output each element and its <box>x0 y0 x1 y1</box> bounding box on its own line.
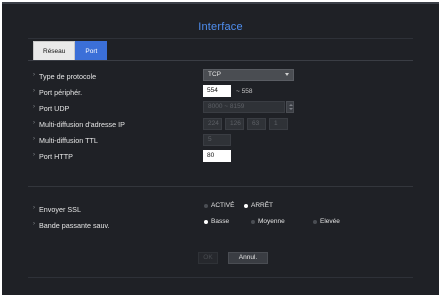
bandwidth-option-medium[interactable]: Moyenne <box>251 218 285 225</box>
ssl-option-off-label: ARRÊT <box>251 202 274 209</box>
bandwidth-label-text: Bande passante sauv. <box>39 221 110 230</box>
footer-divider <box>28 277 413 278</box>
bullet-icon: › <box>33 136 35 142</box>
bandwidth-option-medium-label: Moyenne <box>258 218 285 225</box>
tab-underline <box>28 60 413 61</box>
radio-selected-icon <box>244 203 248 208</box>
interface-window: Interface Réseau Port › Type de protocol… <box>2 2 439 295</box>
multicast-ip-label: › Multi-diffusion d'adresse IP <box>33 120 125 129</box>
spinner-down-icon <box>288 108 293 110</box>
multicast-ttl-label-text: Multi-diffusion TTL <box>39 136 98 145</box>
multicast-ttl-label: › Multi-diffusion TTL <box>33 136 98 145</box>
radio-unselected-icon <box>313 219 317 224</box>
title-divider <box>28 38 413 39</box>
http-port-label: › Port HTTP <box>33 152 73 161</box>
tab-reseau[interactable]: Réseau <box>33 41 76 60</box>
bullet-icon: › <box>33 104 35 110</box>
multicast-ip-octet-1: 224 <box>203 118 222 130</box>
radio-unselected-icon <box>204 203 208 208</box>
multicast-ip-label-text: Multi-diffusion d'adresse IP <box>39 120 125 129</box>
device-port-label-text: Port périphér. <box>39 88 83 97</box>
udp-port-label-text: Port UDP <box>39 104 70 113</box>
bullet-icon: › <box>33 120 35 126</box>
ssl-label-text: Envoyer SSL <box>39 205 81 214</box>
bullet-icon: › <box>33 221 35 227</box>
bullet-icon: › <box>33 72 35 78</box>
device-port-range: ~ 558 <box>236 88 253 95</box>
multicast-ip-octet-2: 126 <box>225 118 244 130</box>
http-port-label-text: Port HTTP <box>39 152 73 161</box>
section-divider <box>28 186 413 187</box>
tab-port[interactable]: Port <box>75 41 108 60</box>
protocol-label-text: Type de protocole <box>39 72 97 81</box>
chevron-down-icon <box>285 73 289 76</box>
protocol-label: › Type de protocole <box>33 72 97 81</box>
ok-button: OK <box>198 252 218 264</box>
bandwidth-option-high[interactable]: Elevée <box>313 218 340 225</box>
multicast-ttl-input: 5 <box>203 134 231 146</box>
bullet-icon: › <box>33 152 35 158</box>
bullet-icon: › <box>33 88 35 94</box>
bandwidth-label: › Bande passante sauv. <box>33 221 110 230</box>
multicast-ip-octet-4: 1 <box>269 118 288 130</box>
bandwidth-option-low-label: Basse <box>211 218 230 225</box>
device-port-input[interactable]: 554 <box>203 85 231 97</box>
radio-unselected-icon <box>251 219 255 224</box>
bandwidth-option-low[interactable]: Basse <box>204 218 230 225</box>
protocol-select[interactable]: TCP <box>203 69 294 81</box>
ssl-option-on[interactable]: ACTIVÉ <box>204 202 235 209</box>
window-top-border <box>2 2 439 4</box>
bullet-icon: › <box>33 205 35 211</box>
udp-port-label: › Port UDP <box>33 104 70 113</box>
udp-port-input: 8000 ~ 8159 <box>203 101 285 113</box>
ssl-label: › Envoyer SSL <box>33 205 81 214</box>
radio-selected-icon <box>204 219 208 224</box>
http-port-input[interactable]: 80 <box>203 150 231 162</box>
ssl-option-on-label: ACTIVÉ <box>211 202 235 209</box>
bandwidth-option-high-label: Elevée <box>320 218 340 225</box>
window-title: Interface <box>198 21 243 33</box>
multicast-ip-octet-3: 63 <box>247 118 266 130</box>
device-port-label: › Port périphér. <box>33 88 83 97</box>
protocol-value: TCP <box>208 71 221 78</box>
ssl-option-off[interactable]: ARRÊT <box>244 202 274 209</box>
spinner-up-icon <box>288 104 293 106</box>
cancel-button[interactable]: Annul. <box>228 252 268 264</box>
udp-port-spinner <box>286 101 294 113</box>
tab-bar: Réseau Port <box>33 41 108 60</box>
